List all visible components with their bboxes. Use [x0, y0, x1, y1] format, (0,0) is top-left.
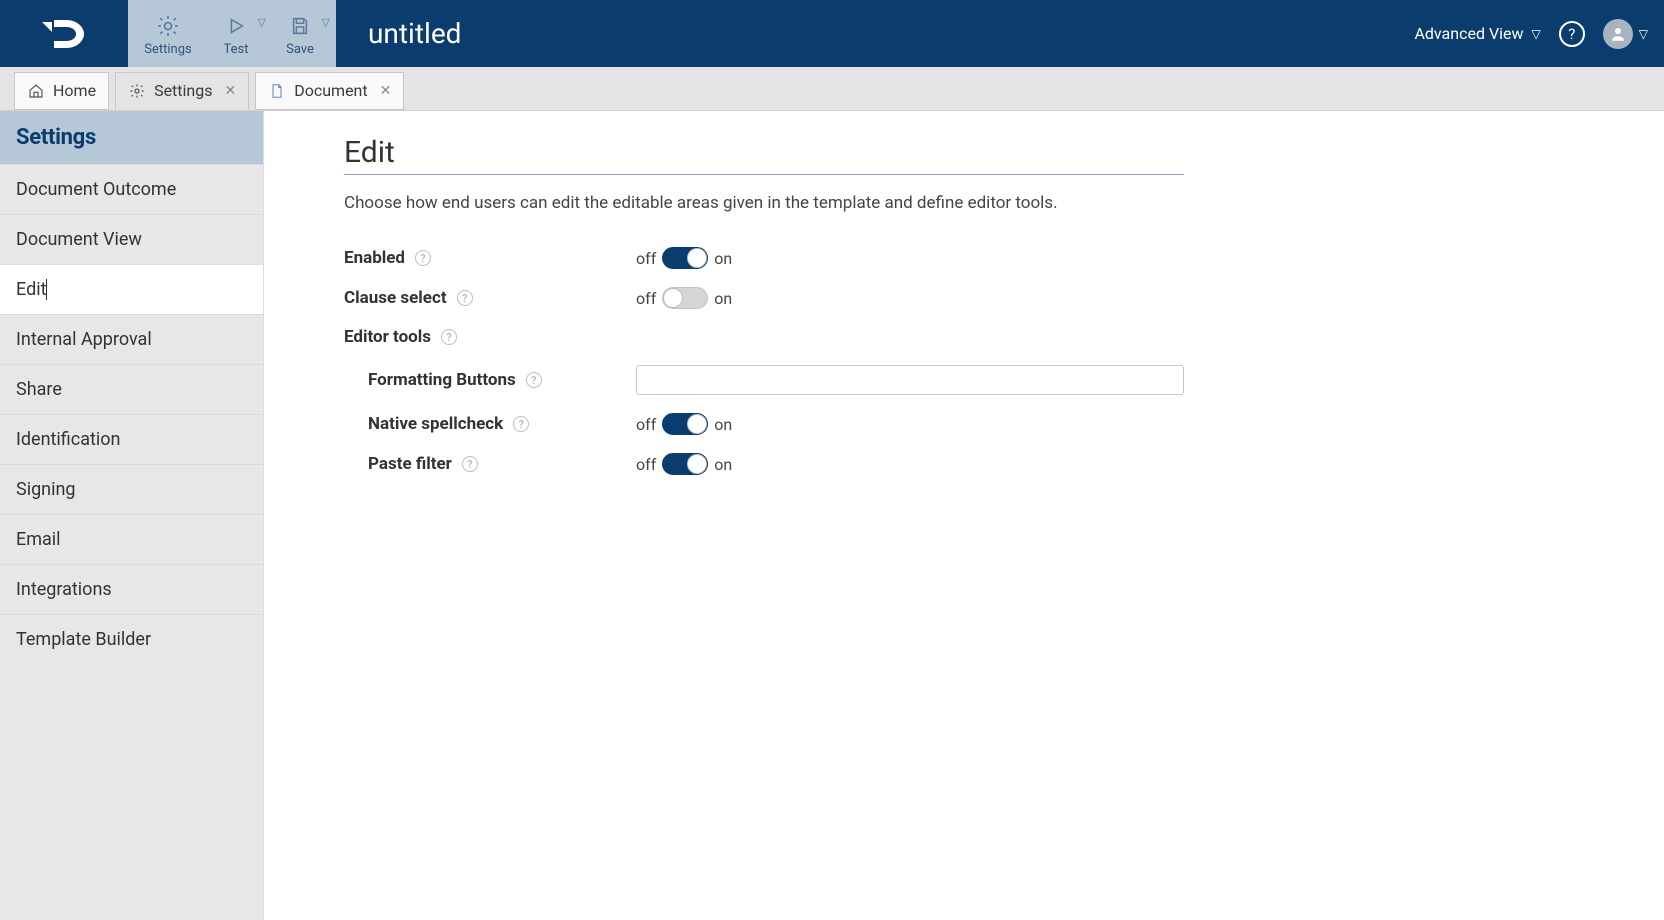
help-icon[interactable]: ? [513, 416, 529, 432]
tool-settings-label: Settings [144, 42, 191, 57]
logo-icon [36, 14, 92, 54]
toggle-paste-filter[interactable] [662, 453, 708, 475]
toggle-native-spellcheck[interactable] [662, 413, 708, 435]
tab-home-label: Home [53, 81, 96, 100]
row-formatting-buttons: Formatting Buttons ? [344, 365, 1624, 395]
help-icon[interactable]: ? [457, 290, 473, 306]
user-icon [1609, 25, 1627, 43]
page-description: Choose how end users can edit the editab… [344, 193, 1624, 213]
caret-down-icon: ▽ [1532, 27, 1541, 41]
sidebar: Settings Document Outcome Document View … [0, 111, 264, 920]
home-icon [27, 82, 45, 100]
question-icon: ? [1568, 25, 1575, 43]
advanced-view-toggle[interactable]: Advanced View ▽ [1414, 24, 1540, 43]
tab-settings[interactable]: Settings ✕ [115, 72, 249, 110]
sidebar-header: Settings [0, 111, 263, 164]
sidebar-item-internal-approval[interactable]: Internal Approval [0, 314, 263, 364]
toggle-clause-select[interactable] [662, 287, 708, 309]
label-paste-filter: Paste filter ? [344, 454, 636, 474]
row-clause-select: Clause select ? off on [344, 287, 1624, 309]
content: Edit Choose how end users can edit the e… [264, 111, 1664, 920]
tab-document[interactable]: Document ✕ [255, 72, 404, 110]
play-icon [225, 12, 247, 40]
row-editor-tools: Editor tools ? [344, 327, 1624, 347]
gear-icon [156, 12, 180, 40]
label-clause-select: Clause select ? [344, 288, 636, 308]
header-actions: Advanced View ▽ ? ▽ [1414, 0, 1664, 67]
label-editor-tools: Editor tools ? [344, 327, 636, 347]
tabs-bar: Home Settings ✕ Document ✕ [0, 67, 1664, 111]
tool-save[interactable]: Save ▽ [268, 0, 332, 67]
user-menu[interactable]: ▽ [1603, 19, 1648, 49]
tab-document-label: Document [294, 81, 367, 100]
sidebar-item-identification[interactable]: Identification [0, 414, 263, 464]
tool-save-label: Save [286, 42, 314, 57]
sidebar-item-document-view[interactable]: Document View [0, 214, 263, 264]
control-enabled: off on [636, 247, 732, 269]
advanced-view-label: Advanced View [1414, 24, 1523, 43]
sidebar-item-template-builder[interactable]: Template Builder [0, 614, 263, 664]
close-icon[interactable]: ✕ [380, 83, 392, 99]
gear-icon [128, 82, 146, 100]
sidebar-item-document-outcome[interactable]: Document Outcome [0, 164, 263, 214]
sidebar-item-edit[interactable]: Edit [0, 264, 263, 314]
logo[interactable] [0, 0, 128, 67]
toolbar: Settings Test ▽ Save ▽ [128, 0, 336, 67]
formatting-buttons-input[interactable] [636, 365, 1184, 395]
window-title: untitled [368, 17, 461, 50]
main-layout: Settings Document Outcome Document View … [0, 111, 1664, 920]
help-icon[interactable]: ? [415, 250, 431, 266]
sidebar-item-signing[interactable]: Signing [0, 464, 263, 514]
help-button[interactable]: ? [1559, 21, 1585, 47]
close-icon[interactable]: ✕ [224, 83, 236, 99]
page-heading: Edit [344, 135, 1184, 175]
tab-home[interactable]: Home [14, 72, 109, 110]
row-enabled: Enabled ? off on [344, 247, 1624, 269]
control-formatting-buttons [636, 365, 1184, 395]
control-clause-select: off on [636, 287, 732, 309]
label-enabled: Enabled ? [344, 248, 636, 268]
row-native-spellcheck: Native spellcheck ? off on [344, 413, 1624, 435]
tool-settings[interactable]: Settings [132, 0, 204, 67]
topbar: Settings Test ▽ Save ▽ untitled [0, 0, 1664, 67]
caret-down-icon: ▽ [1639, 27, 1648, 41]
save-icon [289, 12, 311, 40]
sidebar-item-email[interactable]: Email [0, 514, 263, 564]
tab-settings-label: Settings [154, 81, 212, 100]
label-formatting-buttons: Formatting Buttons ? [344, 370, 636, 390]
help-icon[interactable]: ? [462, 456, 478, 472]
toggle-enabled[interactable] [662, 247, 708, 269]
control-native-spellcheck: off on [636, 413, 732, 435]
sidebar-item-integrations[interactable]: Integrations [0, 564, 263, 614]
tool-test-label: Test [224, 42, 249, 57]
label-native-spellcheck: Native spellcheck ? [344, 414, 636, 434]
avatar [1603, 19, 1633, 49]
control-paste-filter: off on [636, 453, 732, 475]
sidebar-item-share[interactable]: Share [0, 364, 263, 414]
caret-down-icon[interactable]: ▽ [322, 16, 330, 29]
tool-test[interactable]: Test ▽ [204, 0, 268, 67]
help-icon[interactable]: ? [441, 329, 457, 345]
title-area: untitled [336, 0, 1414, 67]
document-icon [268, 82, 286, 100]
row-paste-filter: Paste filter ? off on [344, 453, 1624, 475]
caret-down-icon[interactable]: ▽ [258, 16, 266, 29]
help-icon[interactable]: ? [526, 372, 542, 388]
